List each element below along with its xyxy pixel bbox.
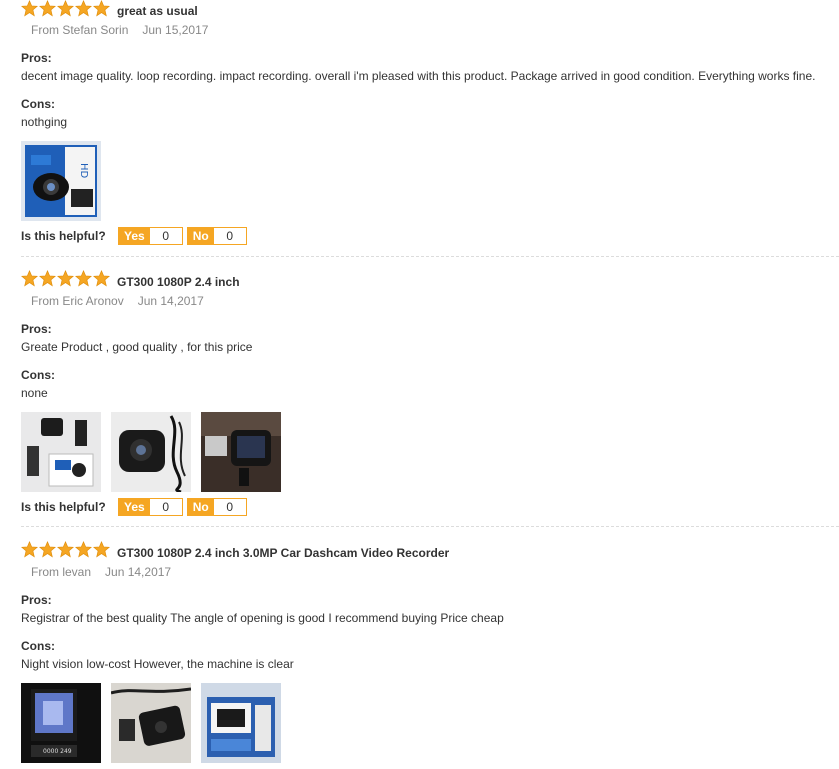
star-icon — [21, 270, 38, 287]
pros-label: Pros: — [21, 593, 52, 607]
cons-text: none — [21, 386, 48, 400]
no-label: No — [187, 228, 214, 244]
review-author: From Eric Aronov — [31, 294, 124, 308]
review-meta: From Eric Aronov Jun 14,2017 — [31, 294, 204, 308]
review-photo[interactable] — [21, 412, 101, 492]
pros-text: decent image quality. loop recording. im… — [21, 69, 816, 83]
star-icon — [21, 541, 38, 558]
svg-text:HD: HD — [78, 163, 89, 179]
no-label: No — [187, 499, 214, 515]
cons-label: Cons: — [21, 639, 55, 653]
review-title: great as usual — [117, 4, 198, 18]
yes-label: Yes — [119, 499, 150, 515]
review-meta: From Stefan Sorin Jun 15,2017 — [31, 23, 208, 37]
star-icon — [57, 541, 74, 558]
review-photos — [21, 412, 281, 492]
review-author: From Stefan Sorin — [31, 23, 129, 37]
star-icon — [57, 270, 74, 287]
no-vote-button[interactable]: No 0 — [186, 227, 247, 245]
pros-text: Registrar of the best quality The angle … — [21, 611, 504, 625]
review-meta: From levan Jun 14,2017 — [31, 565, 171, 579]
cons-label: Cons: — [21, 368, 55, 382]
review-title: GT300 1080P 2.4 inch — [117, 275, 240, 289]
rating-stars — [21, 0, 111, 17]
cons-label: Cons: — [21, 97, 55, 111]
star-icon — [75, 0, 92, 17]
helpful-label: Is this helpful? — [21, 500, 106, 514]
helpful-label: Is this helpful? — [21, 229, 106, 243]
star-icon — [39, 541, 56, 558]
pros-label: Pros: — [21, 322, 52, 336]
cons-text: Night vision low-cost However, the machi… — [21, 657, 294, 671]
review-divider — [21, 526, 839, 527]
rating-stars — [21, 541, 111, 558]
yes-vote-button[interactable]: Yes 0 — [118, 227, 183, 245]
yes-count: 0 — [149, 228, 182, 244]
pros-label: Pros: — [21, 51, 52, 65]
review-date: Jun 14,2017 — [137, 294, 204, 308]
star-icon — [93, 0, 110, 17]
review-photo[interactable] — [201, 412, 281, 492]
review-photo[interactable] — [201, 683, 281, 763]
review-date: Jun 14,2017 — [105, 565, 172, 579]
svg-text:0000 249: 0000 249 — [43, 748, 72, 755]
pros-text: Greate Product , good quality , for this… — [21, 340, 253, 354]
star-icon — [75, 541, 92, 558]
star-icon — [93, 270, 110, 287]
star-icon — [75, 270, 92, 287]
review-photo[interactable] — [111, 412, 191, 492]
rating-stars — [21, 270, 111, 287]
star-icon — [93, 541, 110, 558]
yes-count: 0 — [149, 499, 182, 515]
review-date: Jun 15,2017 — [142, 23, 209, 37]
no-vote-button[interactable]: No 0 — [186, 498, 247, 516]
no-count: 0 — [213, 499, 246, 515]
yes-label: Yes — [119, 228, 150, 244]
yes-vote-button[interactable]: Yes 0 — [118, 498, 183, 516]
cons-text: nothging — [21, 115, 68, 129]
review-title: GT300 1080P 2.4 inch 3.0MP Car Dashcam V… — [117, 546, 450, 560]
review-photo[interactable]: 0000 249 — [21, 683, 101, 763]
review-photo[interactable]: HD — [21, 141, 101, 221]
review-photos: 0000 249 — [21, 683, 281, 763]
review-photos: HD — [21, 141, 101, 221]
star-icon — [39, 0, 56, 17]
no-count: 0 — [213, 228, 246, 244]
review-author: From levan — [31, 565, 92, 579]
review-divider — [21, 256, 839, 257]
helpful-row: Is this helpful? Yes 0 No 0 — [21, 498, 251, 516]
star-icon — [21, 0, 38, 17]
star-icon — [39, 270, 56, 287]
review-photo[interactable] — [111, 683, 191, 763]
helpful-row: Is this helpful? Yes 0 No 0 — [21, 227, 251, 245]
star-icon — [57, 0, 74, 17]
